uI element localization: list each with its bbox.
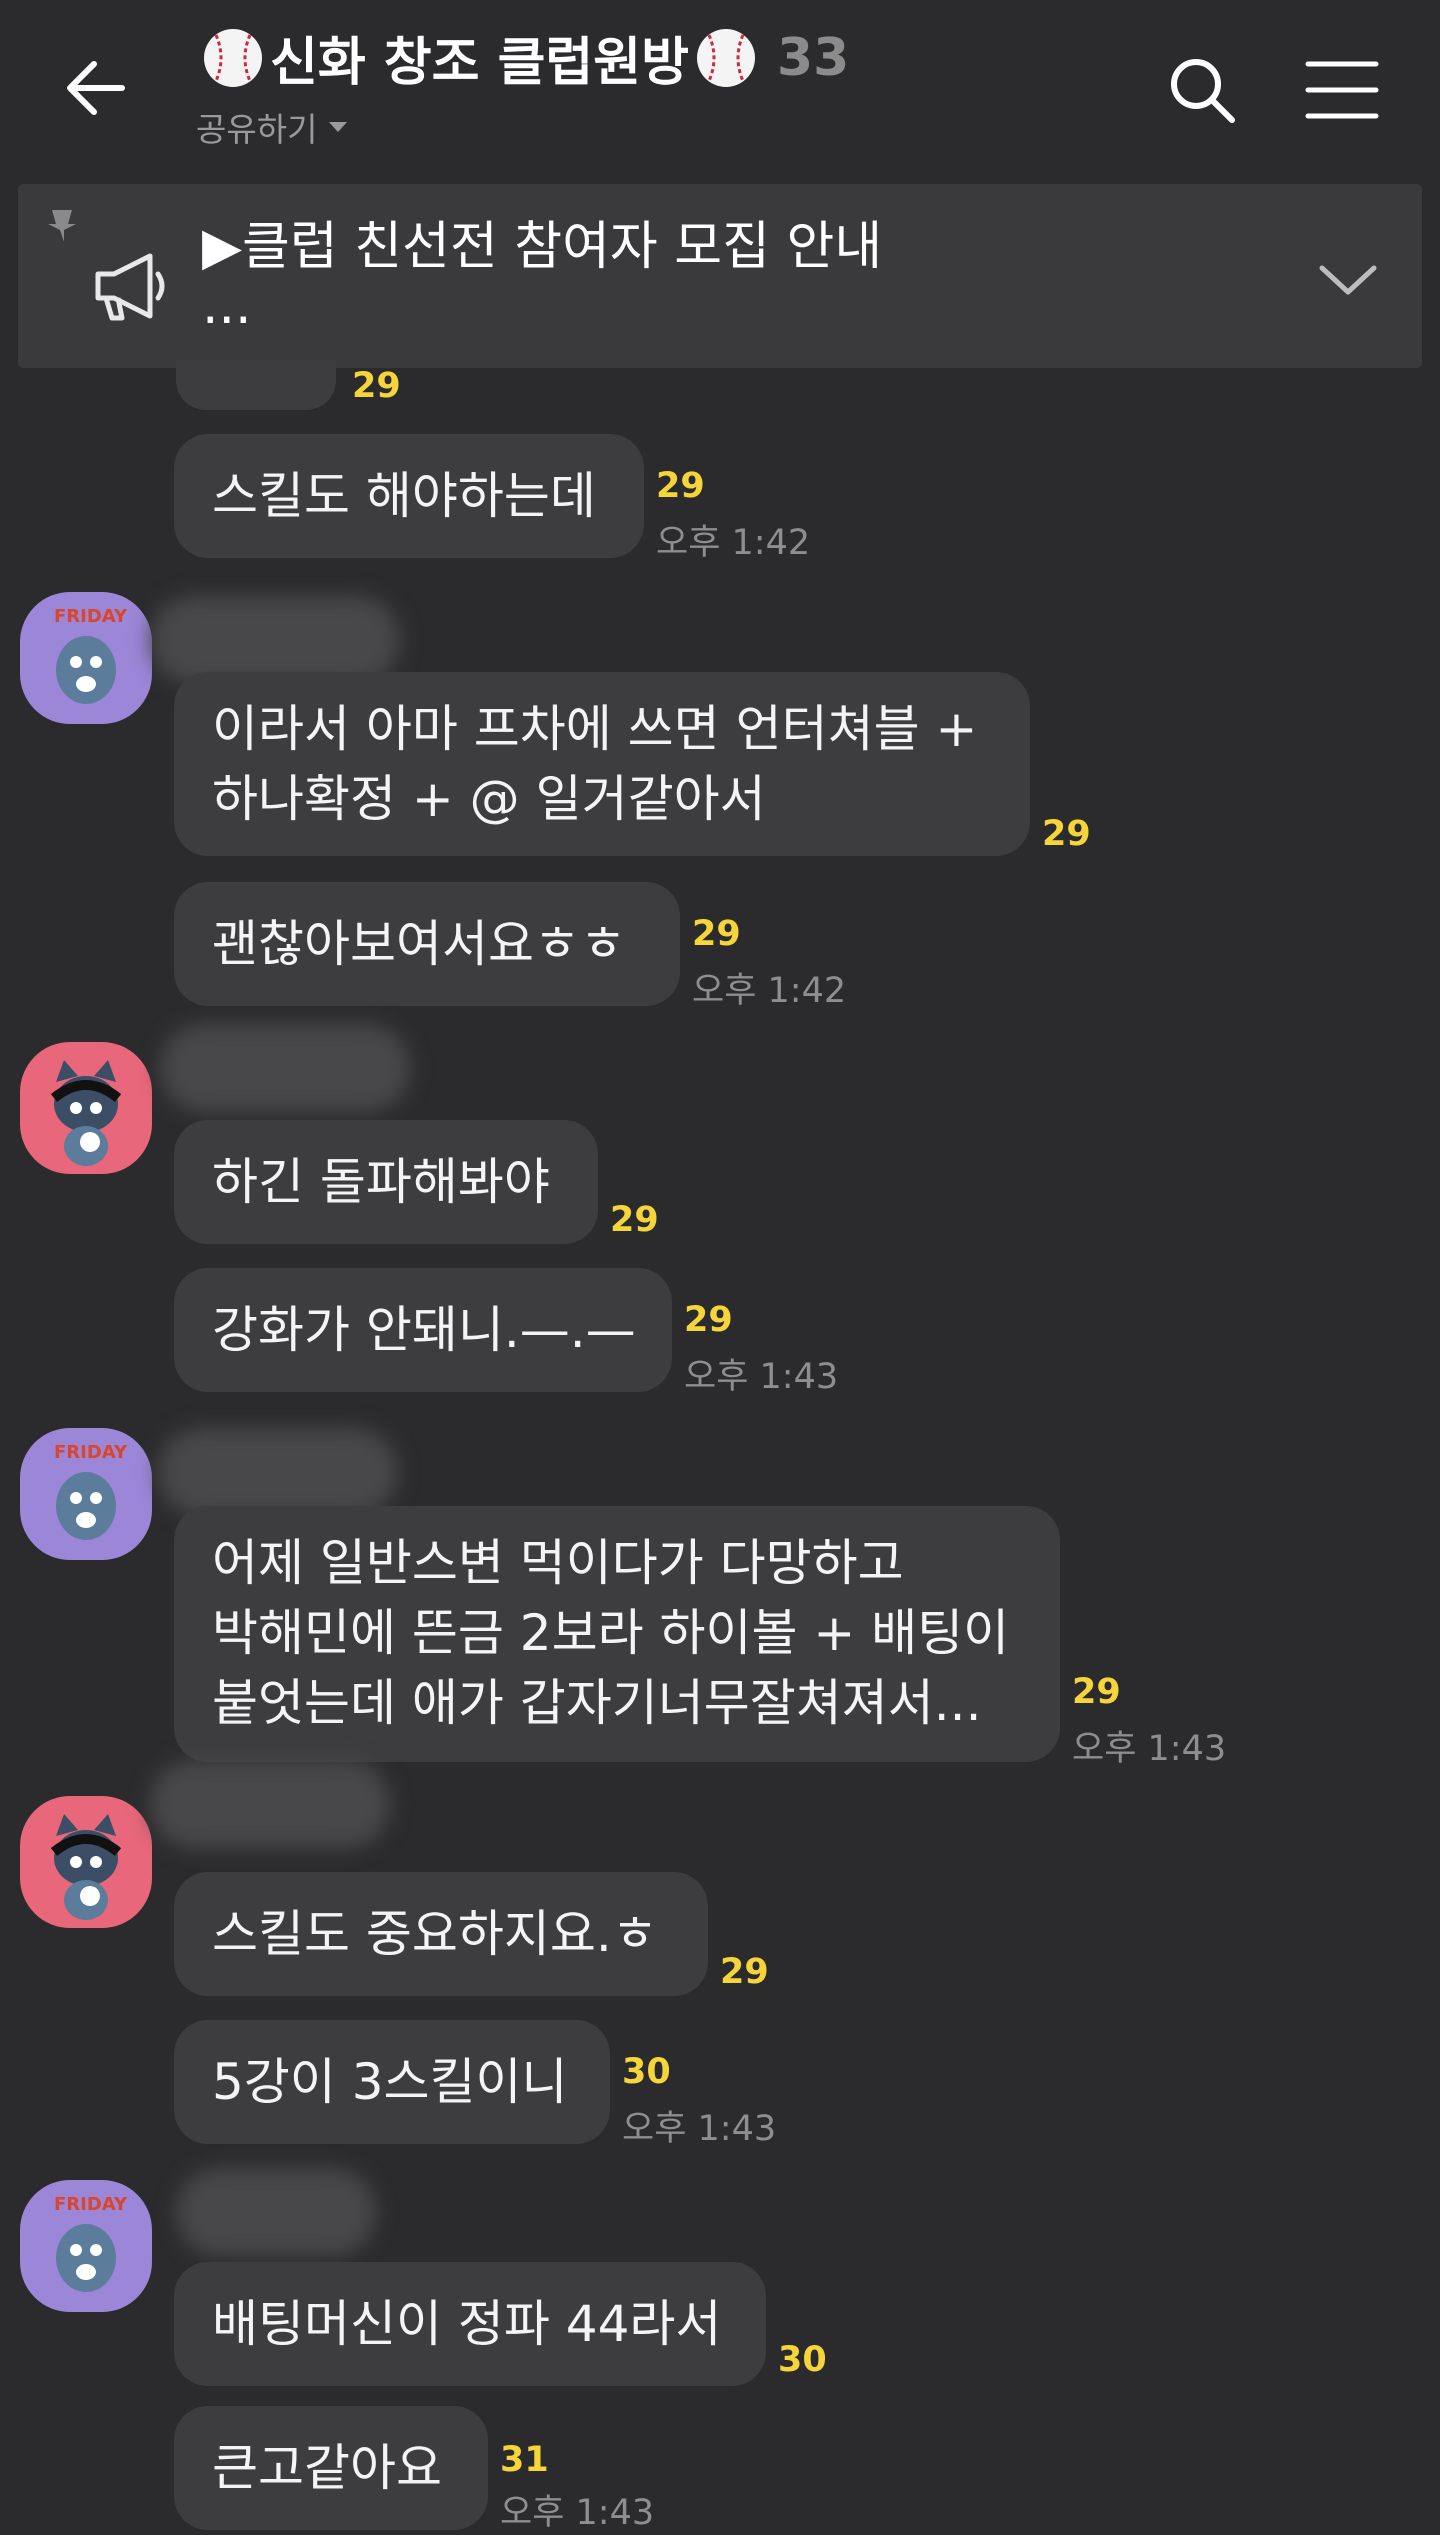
chat-title: 신화 창조 클럽원방 33 — [196, 20, 849, 95]
message-time: 오후 1:43 — [1072, 1729, 1227, 1769]
message-text: 스킬도 중요하지요.ㅎ — [212, 1905, 658, 1963]
sender-name-blurred — [150, 596, 400, 684]
unread-count: 29 — [1042, 814, 1091, 854]
message-text-line: 붙엇는데 애가 갑자기너무잘쳐져서... — [212, 1674, 982, 1732]
unread-count: 29 — [720, 1952, 769, 1992]
unread-count: 29 — [692, 914, 741, 954]
message-bubble[interactable]: 큰고같아요 — [174, 2406, 488, 2530]
message-bubble[interactable]: 강화가 안돼니.—.— — [174, 1268, 672, 1392]
message-bubble[interactable]: 스킬도 해야하는데 — [174, 434, 644, 558]
share-dropdown[interactable]: 공유하기 — [196, 103, 849, 151]
message-text: 스킬도 해야하는데 — [212, 467, 596, 525]
unread-count: 30 — [778, 2340, 827, 2380]
sender-name-blurred — [150, 1760, 390, 1848]
unread-count: 29 — [610, 1200, 659, 1240]
notice-text-line: ▶클럽 친선전 참여자 모집 안내 — [202, 217, 883, 277]
message-text-line: 이라서 아마 프차에 쓰면 언터쳐블 + — [212, 700, 978, 758]
sender-name-blurred — [158, 1428, 398, 1516]
message-time: 오후 1:42 — [656, 523, 811, 563]
megaphone-icon — [95, 253, 165, 321]
avatar[interactable]: FRIDAY — [20, 592, 152, 724]
notice-banner[interactable]: ▶클럽 친선전 참여자 모집 안내 ... — [18, 184, 1422, 368]
caret-down-icon — [329, 122, 348, 132]
message-text: 하긴 돌파해봐야 — [212, 1153, 550, 1211]
cat-character-avatar-icon — [20, 1042, 152, 1174]
message-bubble[interactable]: 5강이 3스킬이니 — [174, 2020, 610, 2144]
cat-character-avatar-icon — [20, 1796, 152, 1928]
unread-count: 29 — [352, 366, 401, 406]
message-bubble[interactable]: 괜찮아보여서요ㅎㅎ — [174, 882, 680, 1006]
search-icon[interactable] — [1164, 52, 1240, 128]
message-text: 괜찮아보여서요ㅎㅎ — [212, 915, 626, 973]
baseball-icon — [204, 28, 262, 87]
message-bubble[interactable]: 스킬도 중요하지요.ㅎ — [174, 1872, 708, 1996]
notice-text: ▶클럽 친선전 참여자 모집 안내 ... — [202, 208, 883, 336]
message-bubble[interactable]: 배팅머신이 정파 44라서 — [174, 2262, 766, 2386]
message-text: 강화가 안돼니.—.— — [212, 1301, 636, 1359]
friday-character-avatar-icon: FRIDAY — [20, 2180, 152, 2312]
message-bubble[interactable]: 어제 일반스변 먹이다가 다망하고 박해민에 뜬금 2보라 하이볼 + 배팅이 … — [174, 1506, 1060, 1762]
menu-icon[interactable] — [1300, 52, 1384, 128]
chevron-down-icon[interactable] — [1308, 240, 1388, 320]
avatar[interactable]: FRIDAY — [20, 1428, 152, 1560]
avatar[interactable] — [20, 1796, 152, 1928]
unread-count: 29 — [656, 466, 705, 506]
unread-count: 29 — [684, 1300, 733, 1340]
sender-name-blurred — [160, 1024, 410, 1112]
unread-count: 30 — [622, 2052, 671, 2092]
svg-text:FRIDAY: FRIDAY — [54, 2194, 128, 2215]
share-label: 공유하기 — [196, 110, 318, 149]
friday-character-avatar-icon: FRIDAY — [20, 592, 152, 724]
message-bubble[interactable]: 하긴 돌파해봐야 — [174, 1120, 598, 1244]
back-arrow-icon[interactable] — [52, 40, 148, 136]
message-time: 오후 1:43 — [684, 1357, 839, 1397]
chat-title-block[interactable]: 신화 창조 클럽원방 33 공유하기 — [196, 20, 849, 151]
svg-text:FRIDAY: FRIDAY — [54, 1442, 128, 1463]
message-text-line: 하나확정 + @ 일거같아서 — [212, 770, 766, 828]
message-text: 배팅머신이 정파 44라서 — [212, 2295, 722, 2353]
message-time: 오후 1:43 — [622, 2109, 777, 2149]
member-count: 33 — [776, 27, 850, 88]
chat-title-text: 신화 창조 클럽원방 — [270, 33, 689, 93]
message-text-line: 박해민에 뜬금 2보라 하이볼 + 배팅이 — [212, 1604, 1010, 1662]
avatar[interactable]: FRIDAY — [20, 2180, 152, 2312]
sender-name-blurred — [176, 2168, 376, 2256]
pin-icon — [48, 210, 76, 242]
baseball-icon — [696, 28, 755, 87]
friday-character-avatar-icon: FRIDAY — [20, 1428, 152, 1560]
message-text: 큰고같아요 — [212, 2439, 442, 2497]
unread-count: 29 — [1072, 1672, 1121, 1712]
message-bubble[interactable]: 이라서 아마 프차에 쓰면 언터쳐블 + 하나확정 + @ 일거같아서 — [174, 672, 1030, 856]
avatar[interactable] — [20, 1042, 152, 1174]
svg-text:FRIDAY: FRIDAY — [54, 606, 128, 627]
partial-message-bubble[interactable] — [176, 360, 336, 410]
message-text-line: 어제 일반스변 먹이다가 다망하고 — [212, 1534, 904, 1592]
message-time: 오후 1:42 — [692, 971, 847, 1011]
message-text: 5강이 3스킬이니 — [212, 2053, 568, 2111]
notice-text-line: ... — [202, 276, 252, 336]
chat-header: 신화 창조 클럽원방 33 공유하기 — [0, 0, 1440, 180]
message-time: 오후 1:43 — [500, 2493, 655, 2533]
unread-count: 31 — [500, 2440, 549, 2480]
